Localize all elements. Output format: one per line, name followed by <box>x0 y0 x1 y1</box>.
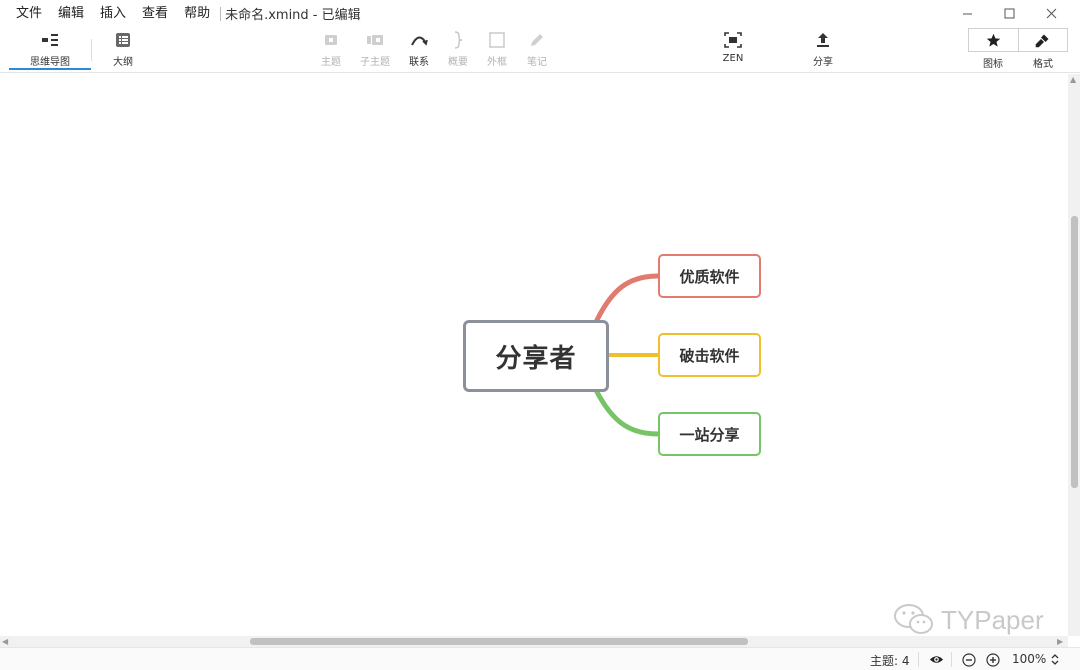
boundary-icon <box>489 32 505 48</box>
icons-panel-button[interactable] <box>969 29 1018 51</box>
topic-count: 主题: 4 <box>870 654 910 668</box>
menu-edit[interactable]: 编辑 <box>50 0 92 27</box>
watermark-text: TYPaper <box>941 604 1044 635</box>
maximize-button[interactable] <box>988 0 1030 27</box>
outline-label: 大纲 <box>113 57 133 68</box>
zoom-in-button[interactable] <box>985 652 1000 667</box>
zoom-out-button[interactable] <box>961 652 976 667</box>
vertical-scroll-thumb[interactable] <box>1071 216 1078 488</box>
maximize-icon <box>1004 8 1014 19</box>
watermark: TYPaper <box>893 602 1044 638</box>
format-panel-button[interactable] <box>1017 29 1068 51</box>
connector-topic-1 <box>594 273 661 323</box>
mindmap-icon <box>42 34 58 46</box>
document-title: 未命名.xmind - 已编辑 <box>225 8 361 23</box>
menu-help[interactable]: 帮助 <box>176 0 218 27</box>
close-icon <box>1046 8 1056 19</box>
menu-insert[interactable]: 插入 <box>92 0 134 27</box>
zen-button[interactable]: ZEN <box>701 30 765 70</box>
main-topic-2[interactable]: 破击软件 <box>658 333 761 377</box>
main-topic-1[interactable]: 优质软件 <box>658 254 761 298</box>
scroll-up-icon[interactable]: ▲ <box>1070 74 1076 85</box>
chevron-updown-icon <box>1051 654 1059 665</box>
star-icon <box>986 33 1000 47</box>
outline-tab[interactable]: 大纲 <box>91 30 155 70</box>
topic-label: 主题 <box>321 57 341 68</box>
view-toggle-button[interactable] <box>929 652 944 667</box>
zoom-stepper[interactable] <box>1050 652 1060 667</box>
format-label: 格式 <box>1033 59 1053 70</box>
wechat-icon <box>894 604 933 634</box>
mindmap-canvas[interactable]: 分享者 优质软件 破击软件 一站分享 TYPaper <box>0 74 1068 636</box>
zen-fullscreen-icon <box>724 32 742 48</box>
mindmap-tab[interactable]: 思维导图 <box>9 30 91 70</box>
status-bar: 主题: 4 100% <box>0 647 1080 670</box>
note-label: 笔记 <box>527 57 547 68</box>
note-button[interactable]: 笔记 <box>505 30 569 70</box>
zen-label: ZEN <box>722 53 744 64</box>
main-topic-3[interactable]: 一站分享 <box>658 412 761 456</box>
close-button[interactable] <box>1030 0 1072 27</box>
mindmap-label: 思维导图 <box>30 57 70 68</box>
status-separator <box>951 652 952 667</box>
connector-topic-3 <box>594 389 661 437</box>
share-upload-icon <box>817 33 829 47</box>
subtopic-icon <box>367 35 383 45</box>
scroll-left-icon[interactable]: ◀ <box>2 636 8 647</box>
panel-toggle-group <box>968 28 1068 52</box>
minimize-icon <box>962 13 972 15</box>
menu-view[interactable]: 查看 <box>134 0 176 27</box>
icons-label: 图标 <box>983 59 1003 70</box>
horizontal-scroll-thumb[interactable] <box>250 638 748 645</box>
share-button[interactable]: 分享 <box>791 30 855 70</box>
outline-icon <box>116 33 130 47</box>
central-topic[interactable]: 分享者 <box>463 320 609 392</box>
status-separator <box>918 652 919 667</box>
menu-file[interactable]: 文件 <box>0 0 50 27</box>
toolbar: 思维导图 大纲 主题 子主题 联系 概要 外框 笔记 ZEN 分享 <box>0 27 1080 73</box>
window-controls <box>946 0 1072 27</box>
plus-circle-icon <box>985 652 1000 667</box>
share-label: 分享 <box>813 57 833 68</box>
vertical-scrollbar[interactable]: ▲ <box>1068 74 1080 636</box>
title-separator <box>220 6 222 21</box>
boundary-label: 外框 <box>487 57 507 68</box>
minus-circle-icon <box>961 652 976 667</box>
scroll-right-icon[interactable]: ▶ <box>1057 636 1063 647</box>
horizontal-scrollbar[interactable]: ◀ ▶ <box>0 636 1068 647</box>
minimize-button[interactable] <box>946 0 988 27</box>
format-brush-icon <box>1036 34 1049 47</box>
pencil-icon <box>531 34 543 46</box>
eye-icon <box>929 656 944 663</box>
title-bar: 文件 编辑 插入 查看 帮助 未命名.xmind - 已编辑 <box>0 0 1080 27</box>
topic-icon <box>325 35 337 45</box>
subtopic-label: 子主题 <box>360 57 390 68</box>
zoom-level[interactable]: 100% <box>1012 652 1046 666</box>
